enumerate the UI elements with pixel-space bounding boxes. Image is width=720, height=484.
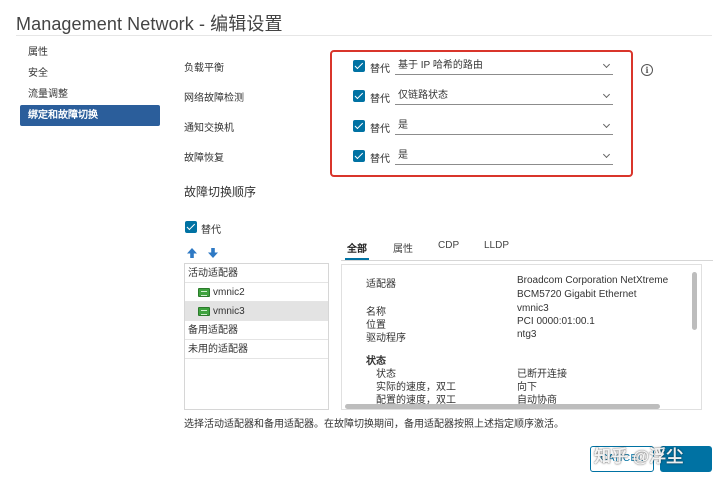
tab-lldp[interactable]: LLDP xyxy=(484,240,509,251)
adapter-name: vmnic2 xyxy=(213,287,245,298)
failure-detection-value: 仅链路状态 xyxy=(398,90,448,101)
arrow-up-icon[interactable] xyxy=(186,247,198,259)
location-value: PCI 0000:01:00.1 xyxy=(517,316,595,327)
vertical-scrollbar[interactable] xyxy=(692,272,697,330)
failback-select[interactable]: 是 xyxy=(395,147,613,165)
sidebar: 属性 安全 流量调整 绑定和故障切换 xyxy=(20,42,160,126)
failback-label: 故障恢复 xyxy=(184,153,224,164)
tab-cdp[interactable]: CDP xyxy=(438,240,459,251)
tab-all[interactable]: 全部 xyxy=(345,240,369,260)
adapter-row-vmnic2[interactable]: vmnic2 xyxy=(185,283,328,302)
title-divider xyxy=(16,35,712,36)
group-active-adapters[interactable]: 活动适配器 xyxy=(185,264,328,283)
tab-properties[interactable]: 属性 xyxy=(393,240,413,255)
network-failure-detection-label: 网络故障检测 xyxy=(184,93,244,104)
adapter-value-line2: BCM5720 Gigabit Ethernet xyxy=(517,289,637,300)
driver-value: ntg3 xyxy=(517,329,537,340)
adapter-row-vmnic3[interactable]: vmnic3 xyxy=(185,302,328,321)
sidebar-item-traffic-shaping[interactable]: 流量调整 xyxy=(20,84,160,105)
info-icon[interactable]: i xyxy=(641,64,653,76)
notify-switches-select[interactable]: 是 xyxy=(395,117,613,135)
watermark: 知乎 @浮尘 xyxy=(594,447,684,466)
failure-detection-select[interactable]: 仅链路状态 xyxy=(395,87,613,105)
adapter-name: vmnic3 xyxy=(213,306,245,317)
adapter-details-panel: 适配器 Broadcom Corporation NetXtreme BCM57… xyxy=(341,264,702,410)
chevron-down-icon xyxy=(602,60,611,69)
load-balancing-select[interactable]: 基于 IP 哈希的路由 xyxy=(395,57,613,75)
failback-override-checkbox[interactable] xyxy=(353,150,365,162)
load-balancing-override-label: 替代 xyxy=(370,64,390,75)
window-title: Management Network - 编辑设置 xyxy=(16,14,283,34)
failure-detection-override-label: 替代 xyxy=(370,94,390,105)
horizontal-scrollbar[interactable] xyxy=(345,404,660,409)
failover-hint-text: 选择活动适配器和备用适配器。在故障切换期间，备用适配器按照上述指定顺序激活。 xyxy=(184,419,564,430)
adapter-list: 活动适配器 vmnic2 vmnic3 备用适配器 未用的适配器 xyxy=(184,263,329,410)
arrow-down-icon[interactable] xyxy=(207,247,219,259)
driver-label: 驱动程序 xyxy=(366,333,406,344)
sidebar-item-teaming-failover[interactable]: 绑定和故障切换 xyxy=(20,105,160,126)
name-value: vmnic3 xyxy=(517,303,549,314)
tabs-divider xyxy=(341,260,713,261)
notify-switches-override-label: 替代 xyxy=(370,124,390,135)
notify-switches-value: 是 xyxy=(398,120,408,131)
chevron-down-icon xyxy=(602,90,611,99)
adapter-value-line1: Broadcom Corporation NetXtreme xyxy=(517,275,669,286)
notify-switches-override-checkbox[interactable] xyxy=(353,120,365,132)
failback-override-label: 替代 xyxy=(370,154,390,165)
network-adapter-icon xyxy=(198,288,210,297)
sidebar-item-properties[interactable]: 属性 xyxy=(20,42,160,63)
chevron-down-icon xyxy=(602,120,611,129)
chevron-down-icon xyxy=(602,150,611,159)
failover-order-title: 故障切换顺序 xyxy=(184,185,257,199)
load-balancing-override-checkbox[interactable] xyxy=(353,60,365,72)
failure-detection-override-checkbox[interactable] xyxy=(353,90,365,102)
failover-override-checkbox[interactable] xyxy=(185,221,197,233)
failback-value: 是 xyxy=(398,150,408,161)
load-balancing-label: 负载平衡 xyxy=(184,63,224,74)
failover-override-label: 替代 xyxy=(201,225,221,236)
sidebar-item-security[interactable]: 安全 xyxy=(20,63,160,84)
notify-switches-label: 通知交换机 xyxy=(184,123,234,134)
group-standby-adapters[interactable]: 备用适配器 xyxy=(185,321,328,340)
adapter-label: 适配器 xyxy=(366,279,396,290)
load-balancing-value: 基于 IP 哈希的路由 xyxy=(398,60,483,71)
network-adapter-icon xyxy=(198,307,210,316)
group-unused-adapters[interactable]: 未用的适配器 xyxy=(185,340,328,359)
